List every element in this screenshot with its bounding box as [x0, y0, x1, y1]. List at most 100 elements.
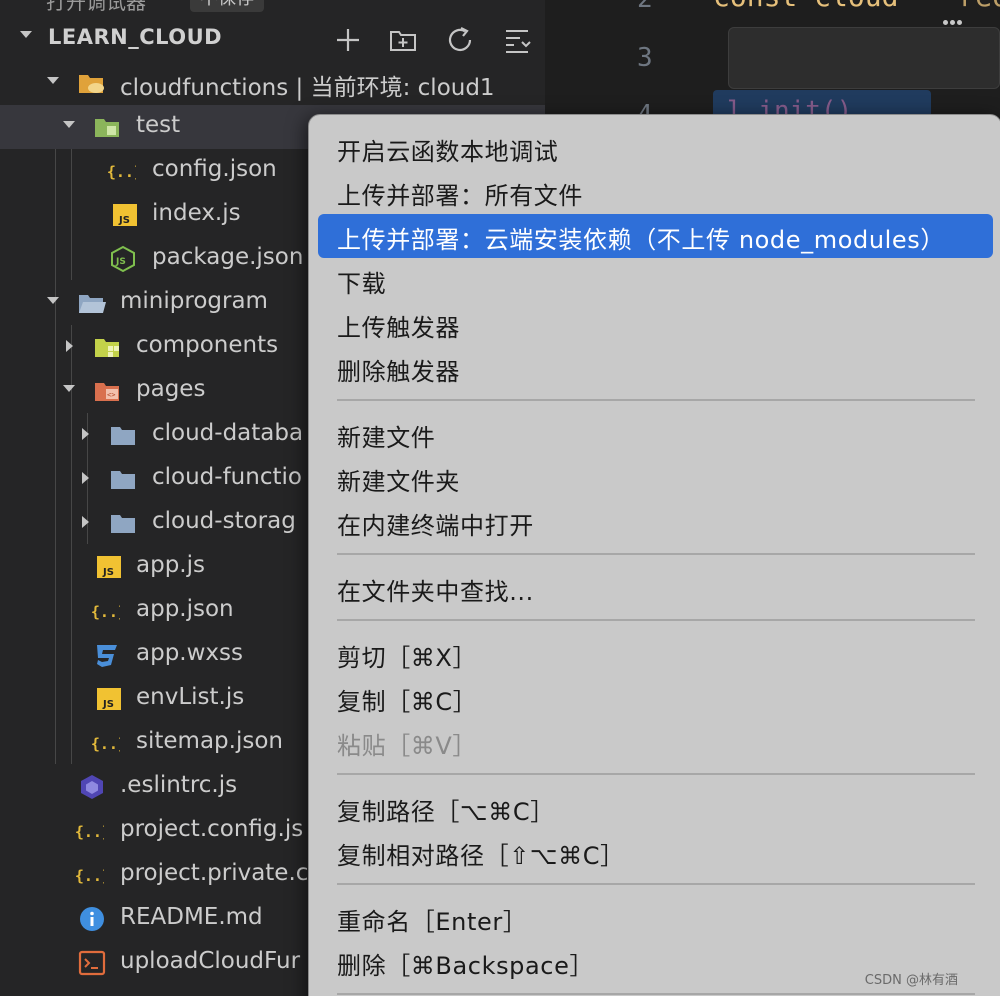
menu-item-copy[interactable]: 复制［⌘C］	[318, 676, 993, 720]
menu-item-label: 下载	[337, 270, 387, 298]
tree-item-label: app.json	[136, 596, 234, 622]
menu-separator	[337, 993, 975, 995]
json-icon: {..}	[91, 735, 120, 753]
svg-text:JS: JS	[115, 257, 126, 267]
menu-item-label: 重命名［Enter］	[337, 908, 528, 936]
menu-item-find-in-folder[interactable]: 在文件夹中查找...	[318, 566, 993, 610]
menu-item-paste: 粘贴［⌘V］	[318, 720, 993, 764]
node-icon: JS	[111, 245, 135, 273]
tree-item-label: cloudfunctions | 当前环境: cloud1	[120, 75, 495, 101]
menu-item-label: 在文件夹中查找...	[337, 578, 534, 606]
chevron-down-icon[interactable]	[18, 29, 34, 41]
json-icon: {..}	[75, 867, 104, 885]
refresh-icon[interactable]	[445, 25, 475, 55]
explorer-title: LEARN_CLOUD	[48, 25, 223, 49]
menu-item-label: 复制相对路径［⇧⌥⌘C］	[337, 842, 625, 870]
menu-item-new-file[interactable]: 新建文件	[318, 412, 993, 456]
menu-item-rename[interactable]: 重命名［Enter］	[318, 896, 993, 940]
chevron-right-icon[interactable]	[64, 339, 76, 353]
collapse-all-icon[interactable]	[502, 25, 532, 55]
new-folder-icon[interactable]	[388, 25, 418, 55]
js-icon: JS	[97, 688, 121, 710]
menu-item-upload-trigger[interactable]: 上传触发器	[318, 302, 993, 346]
ellipsis-icon[interactable]	[943, 10, 973, 26]
line-number: 3	[637, 43, 653, 73]
menu-item-cut[interactable]: 剪切［⌘X］	[318, 632, 993, 676]
chevron-down-icon[interactable]	[62, 383, 76, 395]
tree-item-label: cloud-functio	[152, 464, 302, 490]
chevron-right-icon[interactable]	[80, 515, 92, 529]
tree-item-label: package.json	[152, 244, 304, 270]
explorer-section-header[interactable]: LEARN_CLOUD	[0, 17, 545, 61]
menu-item-new-folder[interactable]: 新建文件夹	[318, 456, 993, 500]
js-icon: JS	[97, 556, 121, 578]
svg-text:<>: <>	[107, 391, 115, 399]
menu-item-label: 删除触发器	[337, 358, 460, 386]
tree-item-label: uploadCloudFur	[120, 948, 301, 974]
tree-item-label: index.js	[152, 200, 241, 226]
menu-item-label: 上传触发器	[337, 314, 460, 342]
menu-item-download[interactable]: 下载	[318, 258, 993, 302]
menu-item-copy-path[interactable]: 复制路径［⌥⌘C］	[318, 786, 993, 830]
chevron-down-icon[interactable]	[46, 295, 60, 307]
menu-item-label: 复制［⌘C］	[337, 688, 478, 716]
menu-item-label: 复制路径［⌥⌘C］	[337, 798, 555, 826]
context-menu: 开启云函数本地调试 上传并部署：所有文件 上传并部署：云端安装依赖（不上传 no…	[308, 114, 1000, 996]
eslint-icon	[81, 775, 103, 799]
svg-text:{..}: {..}	[91, 735, 120, 753]
tree-item-label: envList.js	[136, 684, 245, 710]
svg-text:{..}: {..}	[75, 867, 104, 885]
json-icon: {..}	[75, 823, 104, 841]
tree-item-label: app.wxss	[136, 640, 243, 666]
menu-item-label: 新建文件	[337, 424, 436, 452]
menu-item-label: 新建文件夹	[337, 468, 460, 496]
line-number: 2	[637, 0, 653, 14]
menu-item-label: 剪切［⌘X］	[337, 644, 478, 672]
tree-item-label: README.md	[120, 904, 263, 930]
folder-icon	[111, 427, 135, 445]
menu-item-label: 在内建终端中打开	[337, 512, 534, 540]
menu-item-local-debug[interactable]: 开启云函数本地调试	[318, 126, 993, 170]
tree-item-label: project.config.js	[120, 816, 304, 842]
chevron-right-icon[interactable]	[80, 471, 92, 485]
tree-item-label: app.js	[136, 552, 205, 578]
folder-icon	[111, 471, 135, 489]
terminal-icon	[78, 950, 106, 976]
watermark: CSDN @林有酒	[864, 973, 958, 988]
menu-item-label: 粘贴［⌘V］	[337, 732, 478, 760]
chevron-down-icon[interactable]	[62, 119, 76, 131]
menu-separator	[337, 883, 975, 885]
js-icon: JS	[113, 204, 137, 226]
tree-item-cloudfunctions[interactable]: cloudfunctions | 当前环境: cloud1	[0, 61, 545, 105]
tree-item-label: cloud-storag	[152, 508, 296, 534]
tree-item-label: .eslintrc.js	[120, 772, 238, 798]
chevron-right-icon[interactable]	[80, 427, 92, 441]
toolbar-pill[interactable]: 不保存	[190, 0, 264, 12]
menu-item-deploy-all[interactable]: 上传并部署：所有文件	[318, 170, 993, 214]
tree-item-label: sitemap.json	[136, 728, 283, 754]
menu-item-deploy-cloud-install[interactable]: 上传并部署：云端安装依赖（不上传 node_modules）	[318, 214, 993, 258]
menu-item-label: 删除［⌘Backspace］	[337, 952, 595, 980]
svg-text:JS: JS	[102, 567, 114, 578]
menu-item-delete-trigger[interactable]: 删除触发器	[318, 346, 993, 390]
toolbar-strip: 打开调试器 不保存	[0, 0, 545, 14]
new-file-icon[interactable]	[333, 25, 363, 55]
folder-open-icon	[79, 295, 106, 313]
info-icon	[80, 907, 104, 931]
menu-item-open-terminal[interactable]: 在内建终端中打开	[318, 500, 993, 544]
svg-text:JS: JS	[118, 215, 130, 226]
menu-separator	[337, 773, 975, 775]
menu-separator	[337, 399, 975, 401]
cloud-folder-icon	[79, 75, 104, 93]
toolbar-cut-text: 打开调试器	[46, 0, 146, 14]
chevron-down-icon[interactable]	[46, 75, 60, 87]
tree-item-label: pages	[136, 376, 206, 402]
tree-item-label: test	[136, 112, 181, 138]
green-folder-icon	[95, 119, 119, 137]
css-icon	[97, 645, 117, 667]
tree-item-label: project.private.c	[120, 860, 309, 886]
components-folder-icon	[95, 339, 119, 357]
folder-icon	[111, 515, 135, 533]
tree-item-label: miniprogram	[120, 288, 268, 314]
menu-item-copy-relative-path[interactable]: 复制相对路径［⇧⌥⌘C］	[318, 830, 993, 874]
